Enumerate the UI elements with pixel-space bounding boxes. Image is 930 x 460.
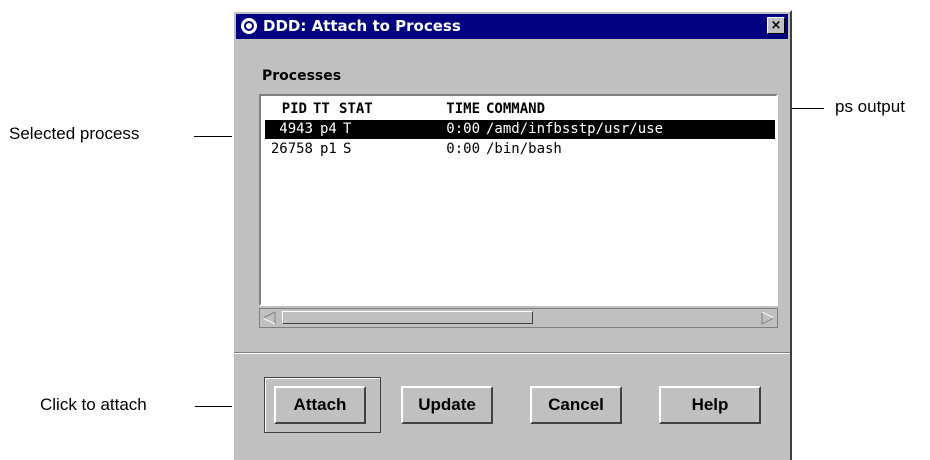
scrollbar-thumb[interactable] <box>282 311 533 324</box>
process-list[interactable]: PID TT STAT TIME COMMAND 4943 p4 T 0:00 … <box>259 94 778 306</box>
ddd-app-icon <box>241 18 257 34</box>
process-row[interactable]: 26758 p1 S 0:00 /bin/bash <box>265 140 775 159</box>
process-tt: p1 <box>320 141 337 157</box>
window-title: DDD: Attach to Process <box>263 17 461 35</box>
close-button[interactable]: × <box>767 17 785 34</box>
title-bar[interactable]: DDD: Attach to Process × <box>236 14 788 39</box>
attach-button[interactable]: Attach <box>274 386 366 424</box>
ps-output-annotation: ps output <box>835 97 905 116</box>
click-to-attach-annotation: Click to attach <box>40 395 147 414</box>
process-row-selected[interactable]: 4943 p4 T 0:00 /amd/infbsstp/usr/use <box>265 120 775 139</box>
column-header-time: TIME <box>446 101 480 117</box>
horizontal-scrollbar[interactable] <box>259 308 778 328</box>
column-header-tt: TT <box>313 101 330 117</box>
scroll-right-arrow-icon[interactable] <box>761 311 775 325</box>
cancel-button[interactable]: Cancel <box>530 386 622 424</box>
process-command: /bin/bash <box>486 141 562 157</box>
process-time: 0:00 <box>446 121 480 137</box>
process-time: 0:00 <box>446 141 480 157</box>
process-stat: T <box>343 121 352 137</box>
process-list-header: PID TT STAT TIME COMMAND <box>265 100 775 119</box>
button-area-separator <box>234 352 790 354</box>
attach-dialog-window: DDD: Attach to Process × Processes PID T… <box>232 10 792 460</box>
update-button[interactable]: Update <box>401 386 493 424</box>
selected-process-annotation: Selected process <box>9 124 140 143</box>
column-header-command: COMMAND <box>486 101 546 117</box>
process-tt: p4 <box>320 121 337 137</box>
column-header-stat: STAT <box>339 101 373 117</box>
processes-label: Processes <box>262 68 342 84</box>
process-command: /amd/infbsstp/usr/use <box>486 121 664 137</box>
scroll-left-arrow-icon[interactable] <box>262 311 276 325</box>
help-button[interactable]: Help <box>659 386 761 424</box>
process-stat: S <box>343 141 352 157</box>
process-pid: 4943 <box>279 121 313 137</box>
process-pid: 26758 <box>270 141 313 157</box>
column-header-pid: PID <box>281 101 307 117</box>
